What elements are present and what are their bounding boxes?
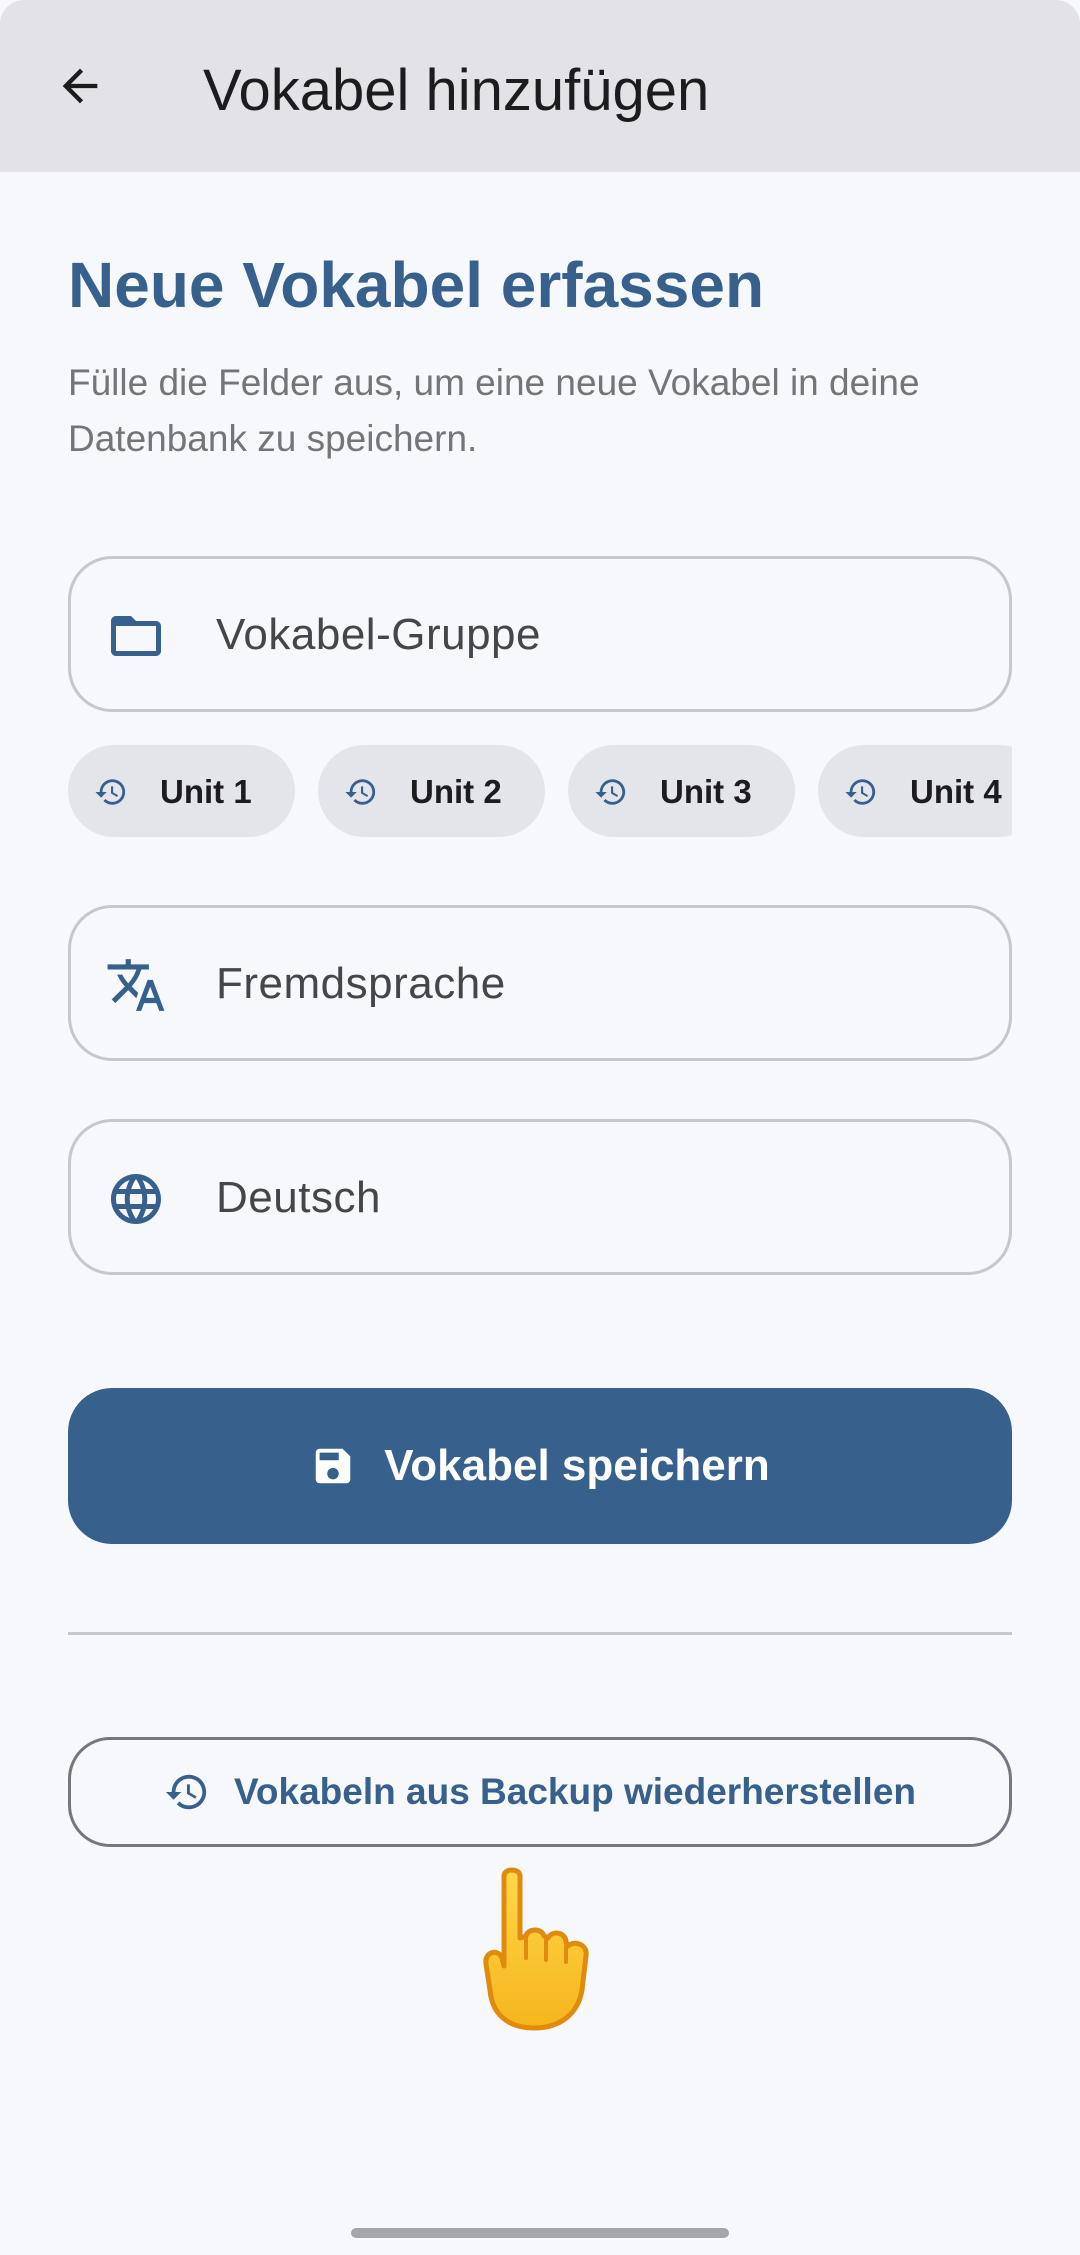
chip-label: Unit 4 bbox=[910, 773, 1002, 810]
pointing-hand-icon bbox=[468, 1866, 608, 2032]
globe-icon bbox=[105, 1168, 167, 1230]
history-icon bbox=[844, 775, 878, 809]
app-bar-title: Vokabel hinzufügen bbox=[203, 58, 710, 123]
german-word-label: Deutsch bbox=[216, 1173, 381, 1222]
restore-icon bbox=[164, 1769, 210, 1815]
chip-unit-1[interactable]: Unit 1 bbox=[68, 745, 295, 837]
back-button[interactable] bbox=[40, 46, 120, 126]
history-icon bbox=[344, 775, 378, 809]
save-vocabulary-button[interactable]: Vokabel speichern bbox=[68, 1388, 1012, 1544]
chip-label: Unit 3 bbox=[660, 773, 752, 810]
foreign-word-field[interactable]: Fremdsprache bbox=[68, 905, 1012, 1061]
history-icon bbox=[94, 775, 128, 809]
group-field[interactable]: Vokabel-Gruppe bbox=[68, 556, 1012, 712]
page-subtitle: Fülle die Felder aus, um eine neue Vokab… bbox=[68, 362, 920, 459]
restore-button-label: Vokabeln aus Backup wiederherstellen bbox=[233, 1771, 916, 1812]
chip-unit-3[interactable]: Unit 3 bbox=[568, 745, 795, 837]
app-bar: Vokabel hinzufügen bbox=[0, 0, 1080, 172]
divider bbox=[68, 1632, 1012, 1635]
translate-icon bbox=[105, 954, 167, 1016]
home-indicator[interactable] bbox=[351, 2228, 729, 2238]
chip-label: Unit 2 bbox=[410, 773, 502, 810]
arrow-back-icon bbox=[62, 68, 98, 104]
chip-label: Unit 1 bbox=[160, 773, 252, 810]
chip-unit-2[interactable]: Unit 2 bbox=[318, 745, 545, 837]
german-word-field[interactable]: Deutsch bbox=[68, 1119, 1012, 1275]
restore-backup-button[interactable]: Vokabeln aus Backup wiederherstellen bbox=[68, 1737, 1012, 1847]
folder-icon bbox=[105, 605, 167, 667]
recent-groups-row: Unit 1 Unit 2 Unit 3 Unit 4 bbox=[68, 745, 1012, 837]
group-field-label: Vokabel-Gruppe bbox=[216, 610, 541, 659]
save-icon bbox=[310, 1443, 356, 1489]
page-heading: Neue Vokabel erfassen bbox=[68, 249, 765, 321]
save-button-label: Vokabel speichern bbox=[384, 1441, 770, 1490]
history-icon bbox=[594, 775, 628, 809]
chip-unit-4[interactable]: Unit 4 bbox=[818, 745, 1012, 837]
foreign-word-label: Fremdsprache bbox=[216, 959, 506, 1008]
